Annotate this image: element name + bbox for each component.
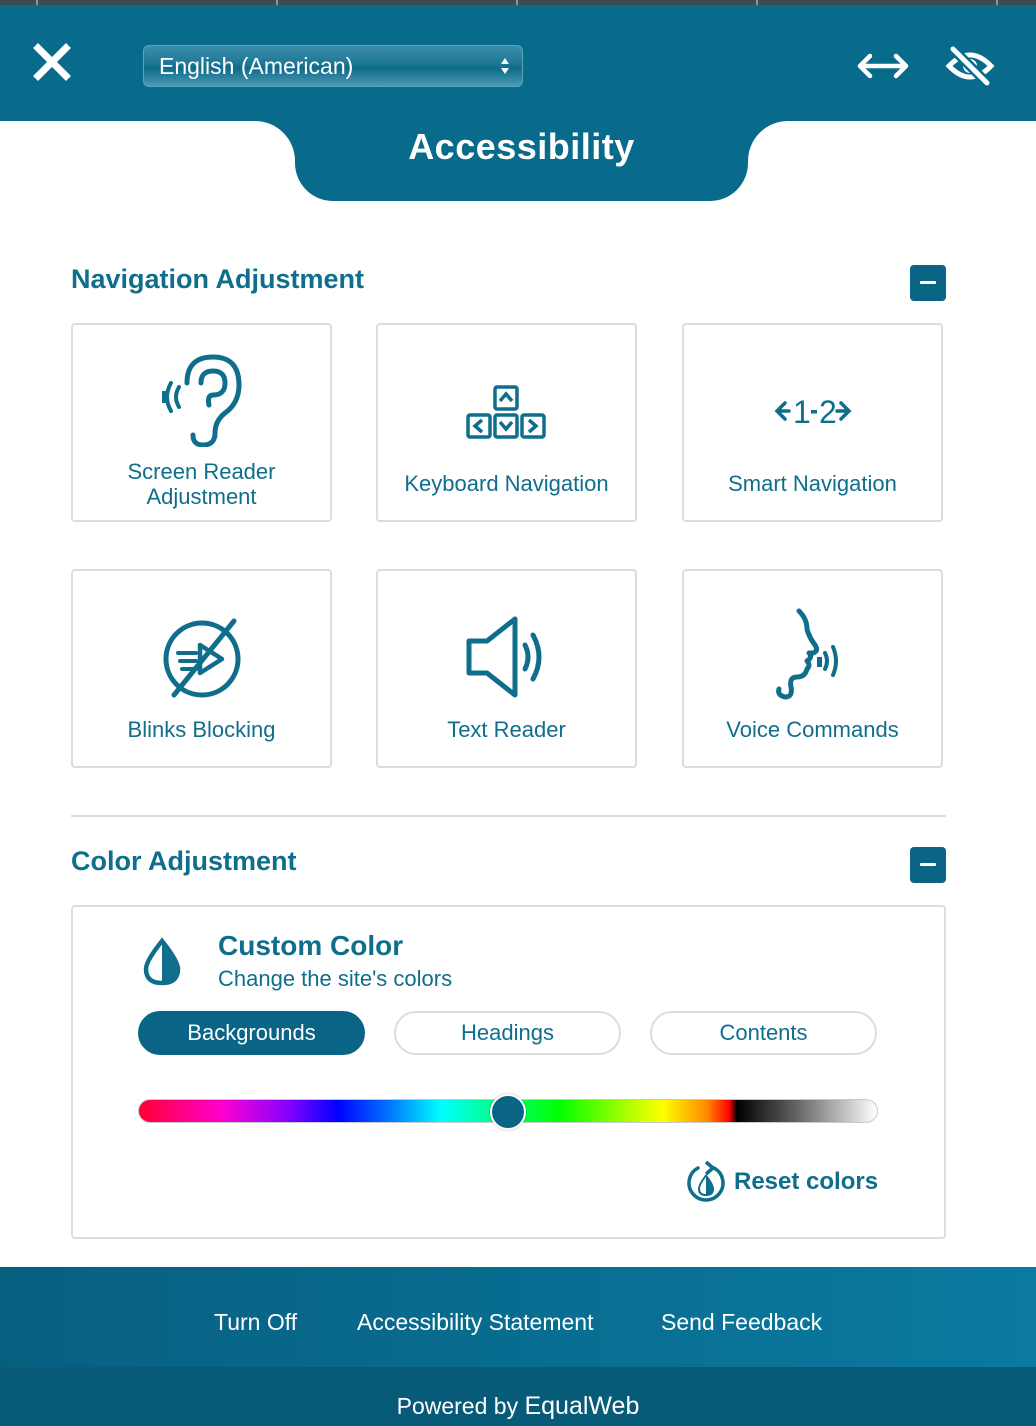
keyboard-navigation-label: Keyboard Navigation: [404, 471, 609, 496]
reset-drop-icon: [687, 1160, 725, 1202]
text-reader-card[interactable]: Text Reader: [376, 569, 637, 768]
title-tab-corner: [748, 121, 788, 161]
color-collapse-button[interactable]: [910, 847, 946, 883]
keyboard-arrows-icon: [378, 385, 635, 441]
double-arrow-icon: [857, 53, 909, 79]
close-button[interactable]: [30, 40, 74, 84]
keyboard-navigation-card[interactable]: Keyboard Navigation: [376, 323, 637, 522]
blinks-blocking-card[interactable]: Blinks Blocking: [71, 569, 332, 768]
language-select-value: English (American): [159, 53, 354, 79]
voice-commands-card[interactable]: Voice Commands: [682, 569, 943, 768]
custom-color-subtitle: Change the site's colors: [218, 966, 453, 991]
headings-button[interactable]: Headings: [394, 1011, 621, 1055]
section-divider: [71, 815, 946, 817]
text-reader-label: Text Reader: [447, 717, 566, 742]
color-section-title: Color Adjustment: [71, 846, 297, 876]
close-icon: [33, 43, 71, 81]
color-drop-icon: [140, 937, 184, 987]
speaker-icon: [378, 615, 635, 699]
reset-colors-button[interactable]: Reset colors: [686, 1160, 878, 1204]
svg-text:1: 1: [793, 394, 811, 429]
screen-reader-adjustment-label: Screen Reader Adjustment: [127, 459, 276, 509]
ear-icon: [73, 351, 330, 447]
powered-by-prefix: Powered by: [396, 1393, 519, 1419]
navigation-section-title: Navigation Adjustment: [71, 264, 365, 294]
expand-panel-button[interactable]: [854, 46, 912, 86]
custom-color-title: Custom Color: [218, 930, 404, 961]
accessibility-statement-link[interactable]: Accessibility Statement: [357, 1309, 593, 1336]
blinks-blocking-label: Blinks Blocking: [127, 717, 276, 742]
smart-navigation-icon: 1 2: [684, 393, 941, 429]
voice-face-icon: [684, 607, 941, 703]
smart-navigation-card[interactable]: 1 2 Smart Navigation: [682, 323, 943, 522]
page-title: Accessibility: [408, 126, 635, 167]
blink-block-icon: [73, 615, 330, 701]
language-select[interactable]: English (American): [143, 45, 523, 87]
navigation-collapse-button[interactable]: [910, 265, 946, 301]
voice-commands-label: Voice Commands: [726, 717, 899, 742]
eye-slash-icon: [945, 45, 995, 87]
powered-by-link[interactable]: Powered by EqualWeb: [0, 1392, 1036, 1421]
svg-text:2: 2: [819, 394, 837, 429]
contents-button[interactable]: Contents: [650, 1011, 877, 1055]
send-feedback-link[interactable]: Send Feedback: [661, 1309, 822, 1336]
smart-navigation-label: Smart Navigation: [728, 471, 897, 496]
reset-colors-label: Reset colors: [734, 1168, 879, 1195]
color-slider-thumb[interactable]: [490, 1094, 526, 1130]
powered-by-brand: EqualWeb: [524, 1392, 640, 1420]
title-tab-corner: [255, 121, 295, 161]
select-arrows-icon: [501, 58, 509, 74]
hide-interface-button[interactable]: [944, 40, 996, 92]
turn-off-link[interactable]: Turn Off: [214, 1309, 297, 1336]
screen-reader-adjustment-card[interactable]: Screen Reader Adjustment: [71, 323, 332, 522]
backgrounds-button[interactable]: Backgrounds: [138, 1011, 365, 1055]
